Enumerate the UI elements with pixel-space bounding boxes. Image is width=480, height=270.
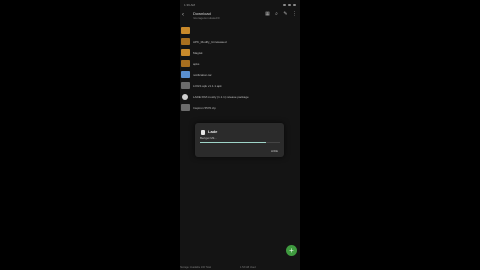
file-list: APK_Modify_Unreleased Magisk apks notifi…: [180, 25, 300, 113]
file-name: LOGS apk v1.1.1.apk: [193, 83, 222, 88]
folder-icon: [181, 27, 190, 34]
dialog-message: Beriget Mit...: [200, 136, 217, 140]
grid-icon[interactable]: ▦: [265, 12, 270, 17]
list-item[interactable]: Magisk: [180, 47, 300, 58]
toolbar: ▦ ⌕ ✎ ⋮: [265, 12, 297, 17]
app-bar: ‹ Download /storage/emulated/0 ▦ ⌕ ✎ ⋮: [180, 10, 300, 24]
storage-available: Storage: Available 100 Total: [180, 266, 211, 269]
zip-icon: [181, 104, 190, 111]
apk-icon: [181, 82, 190, 89]
search-icon[interactable]: ⌕: [274, 12, 279, 17]
list-item[interactable]: [180, 25, 300, 36]
status-time: 1:39 AM: [184, 2, 196, 7]
storage-used: 1.53 GB Used: [240, 266, 256, 269]
list-item[interactable]: LADE FIM mostly (1.1.1) release package: [180, 91, 300, 102]
folder-icon: [181, 38, 190, 45]
edit-icon[interactable]: ✎: [283, 12, 288, 17]
list-item[interactable]: APK_Modify_Unreleased: [180, 36, 300, 47]
status-icons: [283, 3, 296, 6]
file-icon: [181, 71, 190, 78]
storage-footer: Storage: Available 100 Total 1.53 GB Use…: [180, 260, 300, 270]
file-name: Magisk: [193, 50, 203, 55]
file-name: APK_Modify_Unreleased: [193, 39, 227, 44]
file-name: apks: [193, 61, 200, 66]
list-item[interactable]: LOGS apk v1.1.1.apk: [180, 80, 300, 91]
file-name: notification.tar: [193, 72, 212, 77]
hide-button[interactable]: HIDE: [271, 149, 278, 153]
progress-bar: [200, 142, 280, 143]
file-name: LADE FIM mostly (1.1.1) release package: [193, 94, 249, 99]
signal-icon: [283, 3, 286, 6]
status-bar: 1:39 AM: [180, 0, 300, 9]
wifi-icon: [288, 3, 291, 6]
folder-icon: [181, 49, 190, 56]
back-icon[interactable]: ‹: [182, 12, 188, 18]
file-name: Inspiron 5570.zip: [193, 105, 216, 110]
dialog-title: Lade: [208, 129, 218, 134]
progress-fill: [200, 142, 266, 143]
package-icon: [182, 93, 188, 100]
more-icon[interactable]: ⋮: [292, 12, 297, 17]
folder-icon: [181, 60, 190, 67]
path-subtitle: /storage/emulated/0: [193, 16, 220, 20]
battery-icon: [293, 3, 296, 6]
progress-dialog: Lade Beriget Mit... HIDE: [195, 123, 284, 157]
list-item[interactable]: apks: [180, 58, 300, 69]
list-item[interactable]: notification.tar: [180, 69, 300, 80]
add-button[interactable]: +: [286, 245, 297, 256]
file-icon: [201, 130, 205, 135]
list-item[interactable]: Inspiron 5570.zip: [180, 102, 300, 113]
